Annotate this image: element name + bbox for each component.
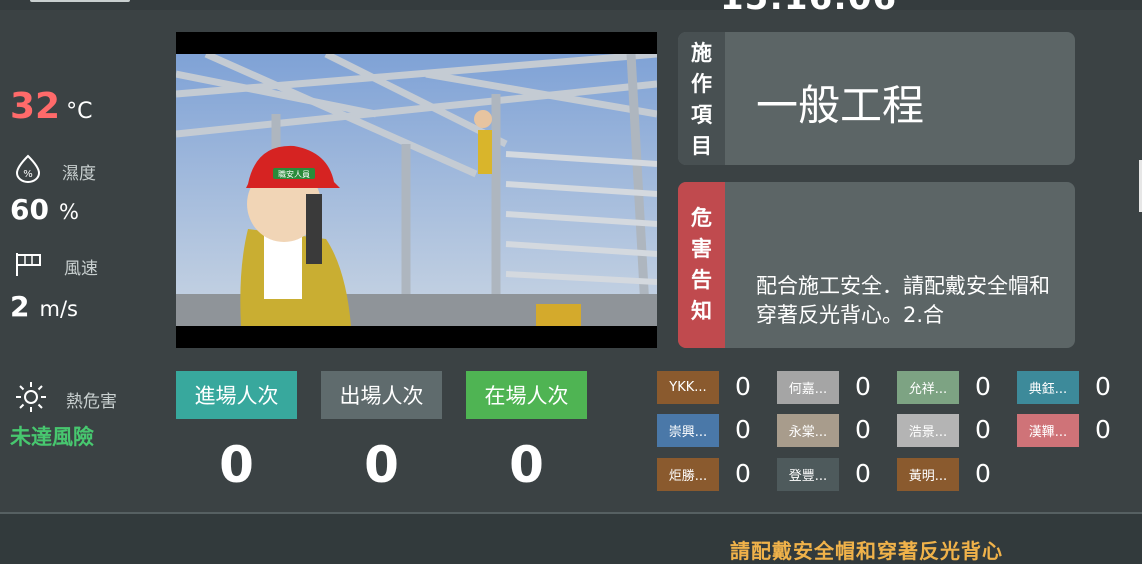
hazard-tag-char: 告 — [691, 268, 712, 292]
company-count: 0 — [855, 372, 871, 401]
company-count: 0 — [1095, 415, 1111, 444]
company-tag[interactable]: 登豐... — [777, 458, 839, 491]
hazard-tag-char: 危 — [691, 206, 712, 230]
company-tag[interactable]: 何嘉... — [777, 371, 839, 404]
entry-count-button[interactable]: 進場人次 — [176, 371, 297, 419]
company-tag[interactable]: 浩景... — [897, 414, 959, 447]
wind-readout: 2 m/s — [10, 290, 78, 323]
company-count: 0 — [855, 459, 871, 488]
company-tag[interactable]: 典鈺... — [1017, 371, 1079, 404]
company-tag-ykk[interactable]: YKK... — [657, 371, 719, 404]
humidity-value: 60 — [10, 193, 49, 226]
heat-hazard-status: 未達風險 — [10, 425, 94, 449]
temperature-readout: 32 °C — [10, 86, 92, 127]
humidity-icon: % — [14, 154, 42, 188]
project-tag-char: 施 — [691, 41, 712, 65]
hazard-tag-char: 知 — [691, 299, 712, 323]
footer-safety-message: 請配戴安全帽和穿著反光背心 — [730, 539, 1003, 563]
company-count: 0 — [975, 415, 991, 444]
temperature-value: 32 — [10, 86, 61, 127]
hazard-tag-char: 害 — [691, 237, 712, 261]
wind-value: 2 — [10, 290, 30, 323]
hazard-tag: 危 害 告 知 — [678, 182, 725, 348]
video-frame: 職安人員 — [176, 54, 657, 326]
sun-icon — [14, 380, 48, 418]
entry-count-value: 0 — [219, 436, 254, 494]
svg-text:%: % — [23, 169, 33, 180]
humidity-readout: 60% — [10, 193, 79, 226]
onsite-count-button[interactable]: 在場人次 — [466, 371, 587, 419]
company-count: 0 — [855, 415, 871, 444]
hazard-panel: 危 害 告 知 配合施工安全．請配戴安全帽和穿著反光背心。2.合 — [678, 182, 1075, 348]
humidity-unit: % — [58, 200, 79, 224]
project-panel: 施 作 項 目 一般工程 — [678, 32, 1075, 165]
company-tag[interactable]: 炬勝... — [657, 458, 719, 491]
heat-row: 熱危害 — [14, 380, 117, 418]
project-tag-char: 目 — [691, 134, 712, 158]
footer-bar: 請配戴安全帽和穿著反光背心 — [0, 514, 1142, 564]
company-tag[interactable]: 崇興... — [657, 414, 719, 447]
humidity-row: % 濕度 — [14, 154, 96, 188]
wind-row: 風速 — [14, 251, 98, 281]
company-tag[interactable]: 允祥... — [897, 371, 959, 404]
heat-hazard-label: 熱危害 — [66, 391, 117, 412]
company-count: 0 — [975, 372, 991, 401]
wind-label: 風速 — [64, 258, 98, 279]
hazard-text: 配合施工安全．請配戴安全帽和穿著反光背心。2.合 — [756, 274, 1050, 327]
wind-unit: m/s — [39, 297, 78, 321]
project-tag: 施 作 項 目 — [678, 32, 725, 165]
project-tag-char: 項 — [691, 103, 712, 127]
onsite-count-value: 0 — [509, 436, 544, 494]
humidity-label: 濕度 — [62, 163, 96, 184]
company-count: 0 — [735, 372, 751, 401]
top-bar — [0, 0, 1142, 10]
temperature-unit: °C — [66, 99, 93, 124]
svg-text:職安人員: 職安人員 — [278, 169, 310, 179]
company-tag[interactable]: 漢鞸... — [1017, 414, 1079, 447]
video-player[interactable]: 職安人員 — [176, 32, 657, 348]
company-count: 0 — [735, 415, 751, 444]
project-value: 一般工程 — [756, 81, 925, 130]
project-tag-char: 作 — [691, 72, 712, 96]
clock-time: 15:16:06 — [720, 0, 897, 18]
company-tag[interactable]: 黃明... — [897, 458, 959, 491]
company-count: 0 — [975, 459, 991, 488]
company-tag[interactable]: 永棠... — [777, 414, 839, 447]
company-count: 0 — [735, 459, 751, 488]
exit-count-value: 0 — [364, 436, 399, 494]
top-left-chip — [30, 0, 130, 2]
company-count: 0 — [1095, 372, 1111, 401]
wind-flag-icon — [14, 251, 44, 281]
exit-count-button[interactable]: 出場人次 — [321, 371, 442, 419]
